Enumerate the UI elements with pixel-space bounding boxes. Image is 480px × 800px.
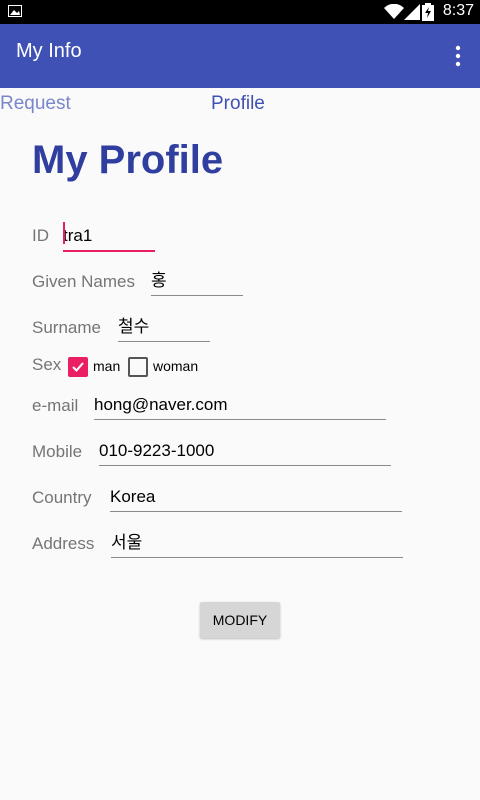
check-icon: [72, 362, 84, 372]
status-time: 8:37: [442, 2, 474, 19]
id-label: ID: [32, 226, 49, 245]
country-label: Country: [32, 488, 92, 507]
text-cursor: [63, 222, 65, 244]
wifi-icon: [384, 4, 404, 19]
woman-checkbox[interactable]: [128, 357, 148, 377]
email-label: e-mail: [32, 396, 79, 415]
app-title: My Info: [16, 40, 82, 62]
battery-charging-icon: [422, 3, 434, 21]
modify-button[interactable]: MODIFY: [200, 602, 280, 638]
given-names-label: Given Names: [32, 272, 135, 291]
status-bar: 8:37: [0, 0, 480, 24]
more-vert-icon[interactable]: [450, 44, 466, 68]
signal-icon: [404, 4, 420, 20]
mobile-field[interactable]: 010-9223-1000: [99, 440, 391, 466]
tab-request[interactable]: Request: [0, 93, 71, 115]
mobile-label: Mobile: [32, 442, 83, 461]
email-field[interactable]: hong@naver.com: [94, 394, 386, 420]
sex-label: Sex: [32, 355, 62, 374]
man-label[interactable]: man: [93, 358, 120, 374]
app-bar: My Info: [0, 24, 480, 88]
image-icon: [8, 5, 22, 17]
tab-profile[interactable]: Profile: [211, 93, 265, 115]
woman-label[interactable]: woman: [153, 358, 198, 374]
surname-field[interactable]: 철수: [118, 316, 210, 342]
address-label: Address: [32, 534, 95, 553]
address-field[interactable]: 서울: [111, 532, 403, 558]
surname-label: Surname: [32, 318, 101, 337]
id-field[interactable]: tra1: [63, 225, 155, 252]
given-names-field[interactable]: 홍: [151, 270, 243, 296]
country-field[interactable]: Korea: [110, 486, 402, 512]
tab-bar: Request Profile: [0, 88, 480, 122]
page-title: My Profile: [32, 138, 224, 182]
man-checkbox[interactable]: [68, 357, 88, 377]
